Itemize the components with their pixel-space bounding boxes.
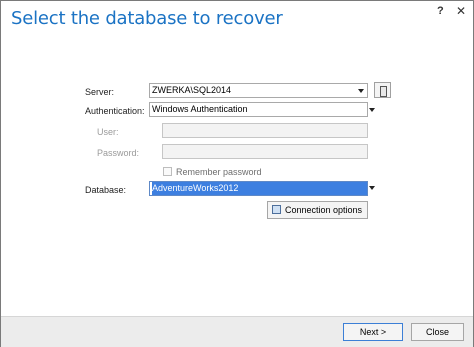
remember-password-checkbox[interactable] [163, 167, 172, 176]
server-combobox[interactable]: ZWERKA\SQL2014 [149, 83, 368, 98]
server-dropdown-icon[interactable] [358, 89, 364, 93]
user-label: User: [97, 127, 119, 137]
database-value: AdventureWorks2012 [152, 182, 367, 195]
connection-options-label: Connection options [285, 205, 363, 215]
next-button[interactable]: Next > [343, 323, 403, 341]
close-icon[interactable]: ✕ [456, 4, 466, 18]
remember-password-label: Remember password [176, 167, 262, 177]
password-input[interactable] [162, 144, 368, 159]
close-button[interactable]: Close [411, 323, 464, 341]
authentication-select[interactable]: Windows Authentication [149, 102, 368, 117]
server-label: Server: [85, 87, 115, 97]
connection-options-button[interactable]: Connection options [267, 201, 368, 219]
database-select[interactable]: AdventureWorks2012 [149, 181, 368, 196]
server-browse-icon [380, 86, 387, 97]
dialog-title: Select the database to recover [11, 8, 283, 29]
connection-options-icon [272, 205, 281, 214]
recover-dialog: Select the database to recover ? ✕ Serve… [0, 0, 474, 347]
help-icon[interactable]: ? [437, 5, 444, 17]
authentication-label: Authentication: [85, 106, 145, 116]
database-label: Database: [85, 185, 127, 195]
authentication-dropdown-icon[interactable] [369, 108, 375, 112]
database-dropdown-icon[interactable] [369, 186, 375, 190]
password-label: Password: [97, 148, 140, 158]
browse-server-button[interactable] [374, 82, 391, 98]
user-input[interactable] [162, 123, 368, 138]
